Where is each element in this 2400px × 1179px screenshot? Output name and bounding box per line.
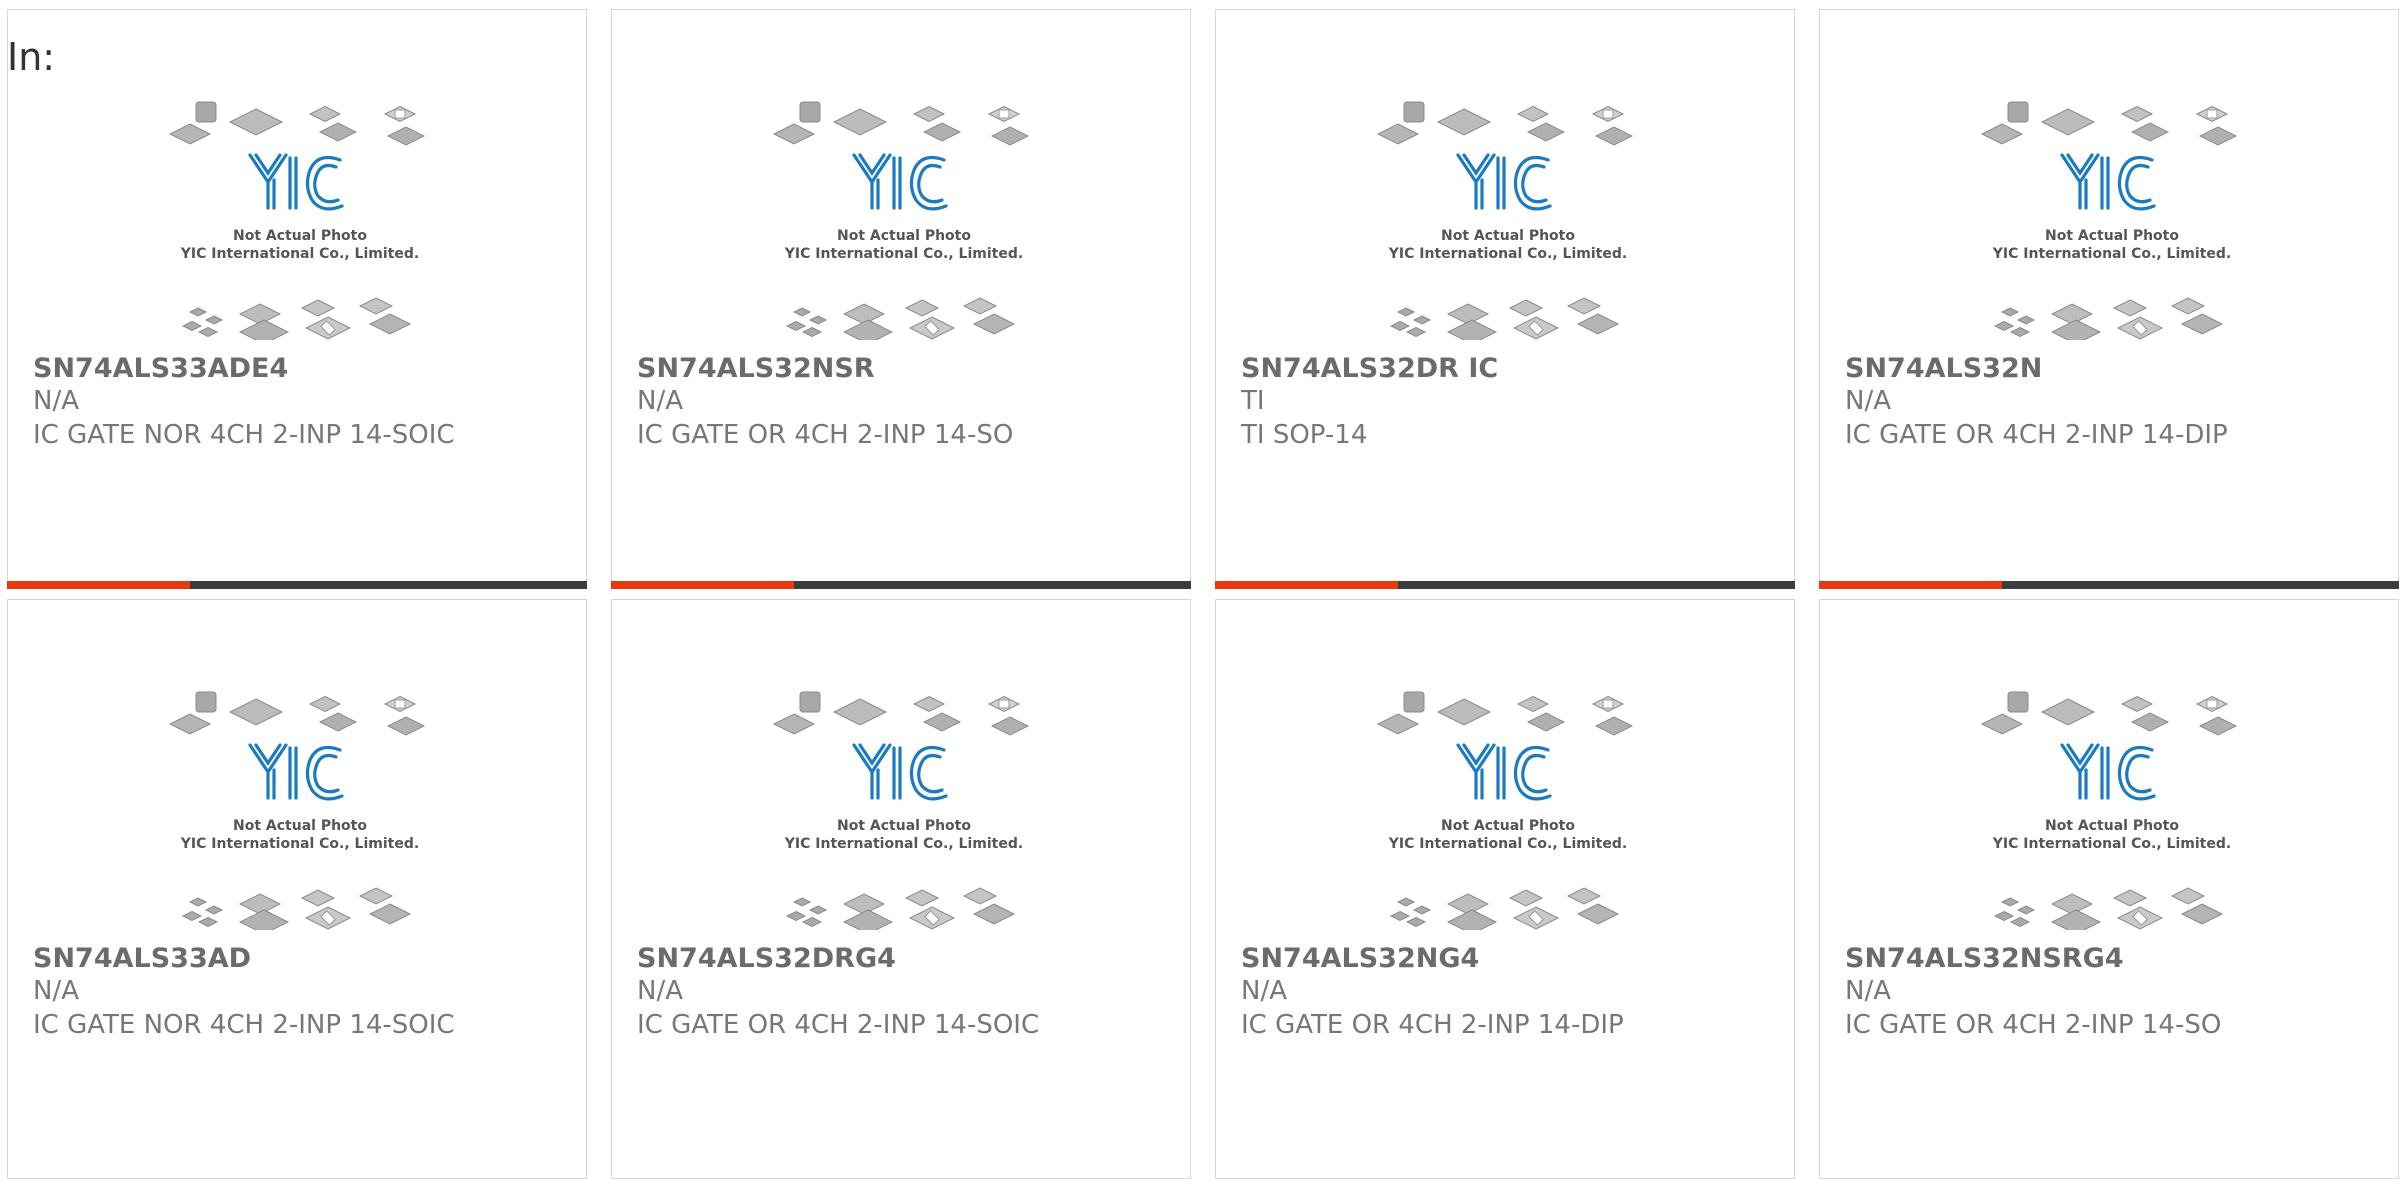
product-description: IC GATE NOR 4CH 2-INP 14-SOIC [33, 1010, 455, 1040]
product-card[interactable]: Not Actual Photo YIC International Co., L… [7, 9, 587, 589]
svg-text:Not Actual Photo: Not Actual Photo [1441, 228, 1575, 244]
product-manufacturer: N/A [1845, 386, 1891, 416]
product-manufacturer: N/A [33, 386, 79, 416]
card-accent-bar [1215, 581, 1398, 589]
svg-text:Not Actual Photo: Not Actual Photo [2045, 228, 2179, 244]
card-hover-bar [1819, 581, 2399, 589]
product-part-number[interactable]: SN74ALS32DR IC [1241, 353, 1498, 384]
svg-text:YIC International Co., Limited: YIC International Co., Limited. [1388, 246, 1627, 262]
product-manufacturer: N/A [637, 386, 683, 416]
card-hover-bar [611, 581, 1191, 589]
product-placeholder-image: Not Actual Photo YIC International Co., L… [1980, 100, 2245, 340]
product-card[interactable]: Not Actual Photo YIC International Co., L… [1215, 599, 1795, 1179]
product-placeholder-image: Not Actual Photo YIC International Co., L… [1980, 690, 2245, 930]
product-card[interactable]: Not Actual Photo YIC International Co., L… [611, 9, 1191, 589]
product-card[interactable]: Not Actual Photo YIC International Co., L… [7, 599, 587, 1179]
card-hover-bar [1215, 581, 1795, 589]
product-manufacturer: N/A [1845, 976, 1891, 1006]
product-card[interactable]: Not Actual Photo YIC International Co., L… [1819, 9, 2399, 589]
svg-text:Not Actual Photo: Not Actual Photo [837, 228, 971, 244]
product-description: IC GATE NOR 4CH 2-INP 14-SOIC [33, 420, 455, 450]
product-manufacturer: N/A [637, 976, 683, 1006]
product-card[interactable]: Not Actual Photo YIC International Co., L… [1215, 9, 1795, 589]
product-description: IC GATE OR 4CH 2-INP 14-SO [637, 420, 1014, 450]
svg-text:YIC International Co., Limited: YIC International Co., Limited. [784, 836, 1023, 852]
product-part-number[interactable]: SN74ALS32NSRG4 [1845, 943, 2124, 974]
svg-text:YIC International Co., Limited: YIC International Co., Limited. [784, 246, 1023, 262]
svg-text:Not Actual Photo: Not Actual Photo [233, 228, 367, 244]
product-part-number[interactable]: SN74ALS32N [1845, 353, 2042, 384]
svg-text:Not Actual Photo: Not Actual Photo [2045, 818, 2179, 834]
product-part-number[interactable]: SN74ALS32DRG4 [637, 943, 896, 974]
product-part-number[interactable]: SN74ALS32NG4 [1241, 943, 1479, 974]
product-placeholder-image: Not Actual Photo YIC International Co., L… [772, 100, 1037, 340]
page-label: In: [7, 35, 56, 79]
product-description: IC GATE OR 4CH 2-INP 14-SO [1845, 1010, 2222, 1040]
svg-text:YIC International Co., Limited: YIC International Co., Limited. [1992, 246, 2231, 262]
product-manufacturer: N/A [33, 976, 79, 1006]
svg-text:Not Actual Photo: Not Actual Photo [233, 818, 367, 834]
product-manufacturer: N/A [1241, 976, 1287, 1006]
product-placeholder-image: Not Actual Photo YIC International Co., L… [168, 100, 433, 340]
product-description: IC GATE OR 4CH 2-INP 14-SOIC [637, 1010, 1040, 1040]
product-placeholder-image: Not Actual Photo YIC International Co., L… [1376, 100, 1641, 340]
product-part-number[interactable]: SN74ALS32NSR [637, 353, 875, 384]
product-manufacturer: TI [1241, 386, 1265, 416]
product-description: IC GATE OR 4CH 2-INP 14-DIP [1241, 1010, 1624, 1040]
svg-text:Not Actual Photo: Not Actual Photo [1441, 818, 1575, 834]
product-placeholder-image: Not Actual Photo YIC International Co., L… [168, 690, 433, 930]
card-hover-bar [7, 581, 587, 589]
product-placeholder-image: Not Actual Photo YIC International Co., L… [1376, 690, 1641, 930]
product-part-number[interactable]: SN74ALS33ADE4 [33, 353, 288, 384]
card-accent-bar [1819, 581, 2002, 589]
card-accent-bar [611, 581, 794, 589]
product-part-number[interactable]: SN74ALS33AD [33, 943, 251, 974]
product-card[interactable]: Not Actual Photo YIC International Co., L… [1819, 599, 2399, 1179]
svg-text:Not Actual Photo: Not Actual Photo [837, 818, 971, 834]
card-accent-bar [7, 581, 190, 589]
product-card[interactable]: Not Actual Photo YIC International Co., L… [611, 599, 1191, 1179]
svg-text:YIC International Co., Limited: YIC International Co., Limited. [180, 836, 419, 852]
svg-text:YIC International Co., Limited: YIC International Co., Limited. [1992, 836, 2231, 852]
product-placeholder-image: Not Actual Photo YIC International Co., L… [772, 690, 1037, 930]
svg-text:YIC International Co., Limited: YIC International Co., Limited. [180, 246, 419, 262]
product-description: TI SOP-14 [1241, 420, 1368, 450]
svg-text:YIC International Co., Limited: YIC International Co., Limited. [1388, 836, 1627, 852]
product-description: IC GATE OR 4CH 2-INP 14-DIP [1845, 420, 2228, 450]
